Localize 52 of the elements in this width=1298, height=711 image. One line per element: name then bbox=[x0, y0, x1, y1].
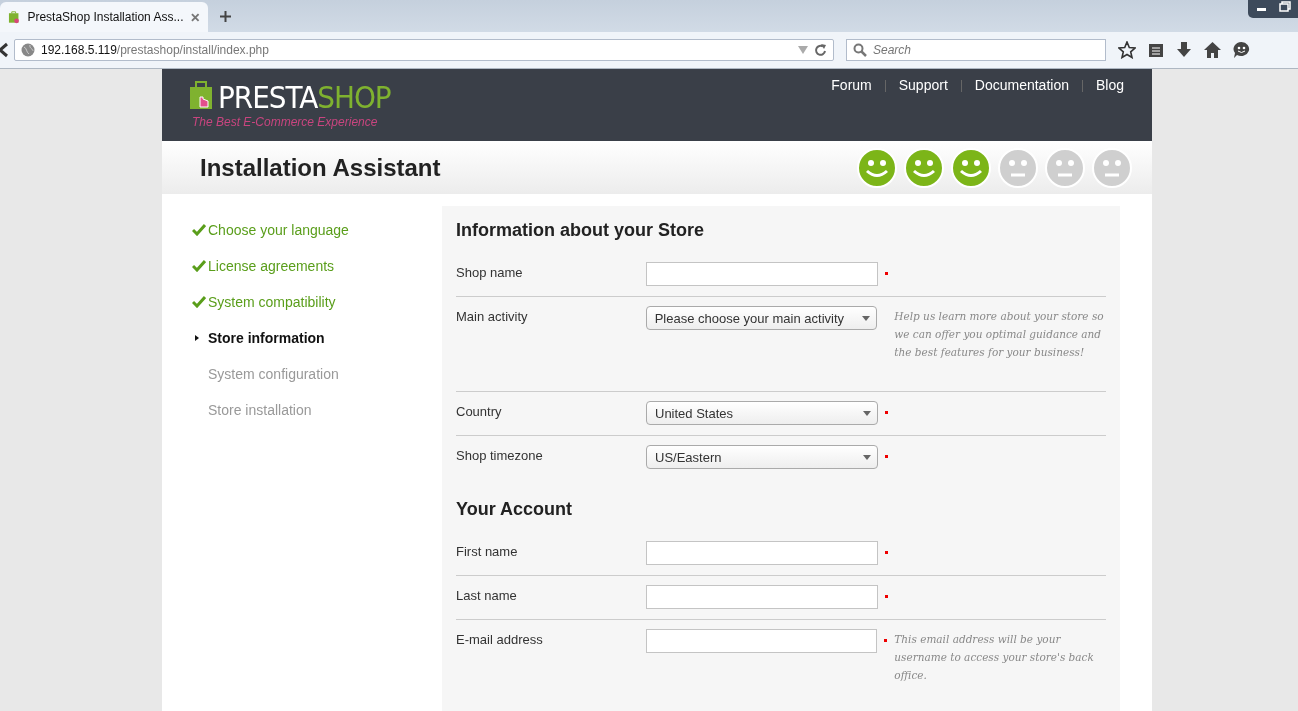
chat-icon[interactable] bbox=[1233, 42, 1250, 58]
header-link[interactable]: Blog bbox=[1095, 77, 1124, 93]
home-icon[interactable] bbox=[1204, 42, 1221, 58]
text-field[interactable] bbox=[646, 585, 878, 609]
field-label: Main activity bbox=[456, 309, 529, 324]
bag-icon bbox=[8, 10, 20, 24]
logo-tagline: The Best E-Commerce Experience bbox=[192, 115, 379, 129]
section-title: Your Account bbox=[456, 499, 573, 520]
text-field[interactable] bbox=[645, 629, 878, 653]
header-link[interactable]: Forum bbox=[831, 77, 872, 93]
step-label: System compatibility bbox=[208, 294, 336, 310]
close-icon[interactable] bbox=[191, 12, 200, 22]
caret-icon bbox=[862, 315, 871, 321]
step-label: Store installation bbox=[208, 402, 312, 418]
caret-icon bbox=[863, 410, 871, 416]
tab-title: PrestaShop Installation Ass... bbox=[27, 10, 184, 24]
text-field[interactable] bbox=[646, 541, 878, 565]
step-label: System configuration bbox=[208, 366, 339, 382]
address-bar[interactable]: 192.168.5.119/prestashop/install/index.php bbox=[14, 39, 834, 61]
step-label: License agreements bbox=[208, 258, 335, 274]
search-field[interactable]: Search bbox=[846, 39, 1106, 61]
globe-icon bbox=[21, 43, 35, 57]
page-title: Installation Assistant bbox=[200, 153, 441, 182]
field-label: Country bbox=[456, 404, 503, 419]
dropdown[interactable]: United States bbox=[646, 401, 878, 425]
field-label: E-mail address bbox=[456, 632, 544, 647]
reload-icon[interactable] bbox=[814, 43, 827, 57]
search-icon bbox=[853, 43, 867, 57]
star-icon[interactable] bbox=[1118, 41, 1136, 59]
list-icon[interactable] bbox=[1148, 42, 1164, 58]
field-label: Shop name bbox=[456, 265, 524, 280]
window-controls[interactable] bbox=[1248, 0, 1298, 18]
help-text: This email address will be your username to access your store's back office. bbox=[894, 632, 1095, 683]
text-field[interactable] bbox=[646, 262, 878, 286]
back-icon[interactable] bbox=[0, 42, 8, 58]
logo-text: PRESTASHOP bbox=[218, 79, 391, 115]
step-label: Store information bbox=[208, 330, 325, 346]
step-label: Choose your language bbox=[208, 222, 349, 238]
url-text: 192.168.5.119/prestashop/install/index.php bbox=[41, 43, 270, 57]
header-link[interactable]: Documentation bbox=[974, 77, 1069, 93]
section-title: Information about your Store bbox=[456, 220, 705, 241]
caret-icon bbox=[863, 454, 871, 460]
download-icon[interactable] bbox=[1176, 42, 1192, 58]
browser-tab[interactable]: PrestaShop Installation Ass... bbox=[0, 2, 208, 32]
field-label: Shop timezone bbox=[456, 448, 544, 463]
plus-icon[interactable] bbox=[220, 11, 231, 22]
field-label: Last name bbox=[456, 588, 518, 603]
dropdown[interactable]: US/Eastern bbox=[646, 445, 878, 469]
field-label: First name bbox=[456, 544, 519, 559]
header-link[interactable]: Support bbox=[898, 77, 948, 93]
help-text: Help us learn more about your store so we can offer you optimal guidance and the best features for your business! bbox=[894, 309, 1105, 360]
dropdown[interactable]: Please choose your main activity bbox=[645, 306, 878, 330]
